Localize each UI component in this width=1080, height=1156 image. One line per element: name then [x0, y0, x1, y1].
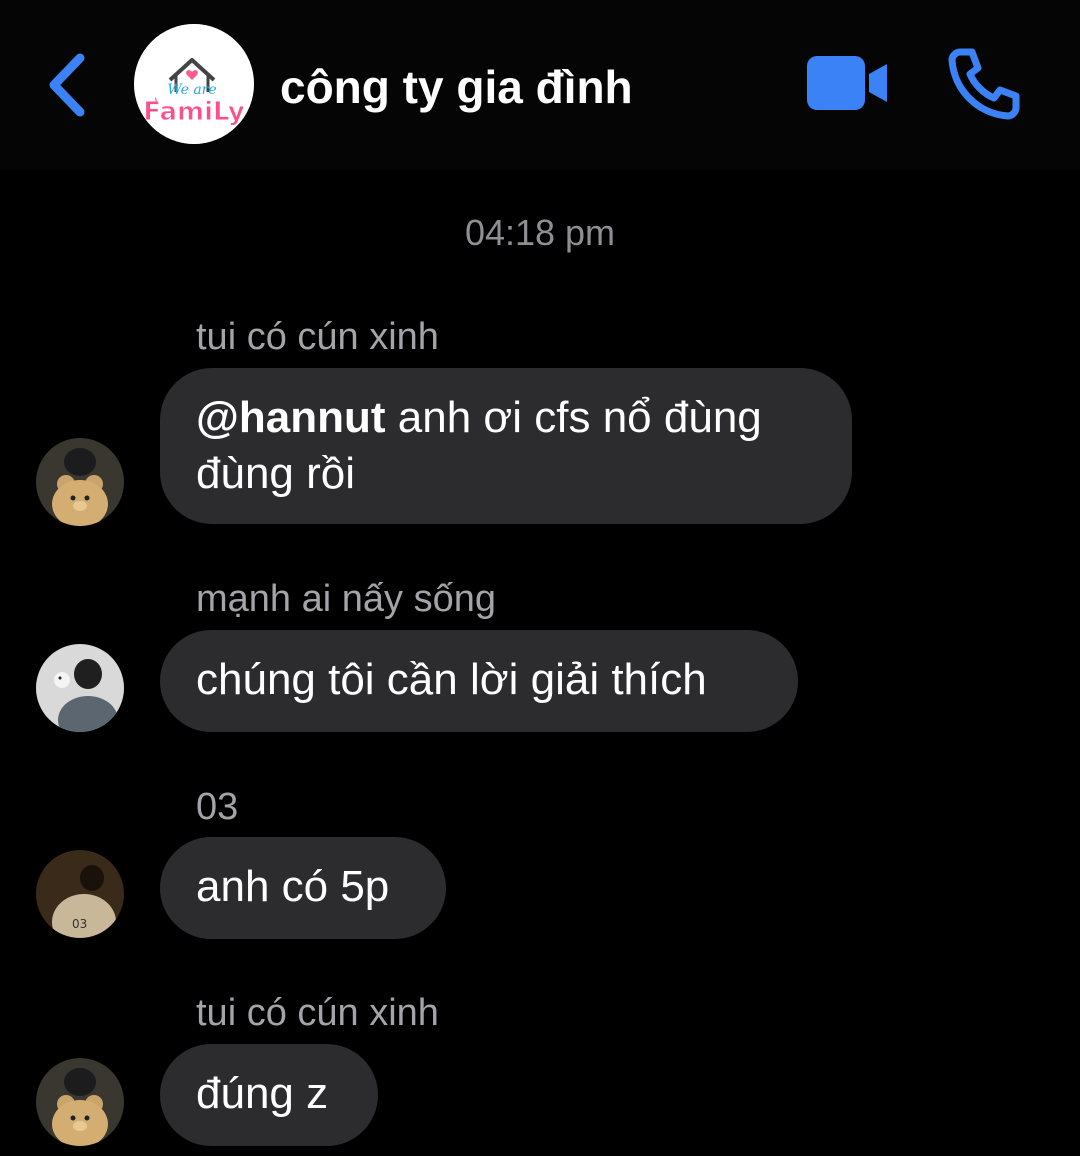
user-photo-person — [36, 644, 124, 732]
avatar[interactable]: 03 — [36, 850, 124, 938]
svg-text:♪: ♪ — [152, 93, 158, 107]
video-call-button[interactable] — [805, 54, 891, 114]
sender-name: tui có cún xinh — [196, 316, 439, 358]
user-photo-teddy-bear — [36, 1058, 124, 1146]
message-bubble[interactable]: anh có 5p — [160, 837, 446, 939]
video-camera-icon — [807, 56, 887, 110]
message-text: đúng z — [196, 1069, 329, 1118]
message-bubble[interactable]: chúng tôi cần lời giải thích — [160, 630, 798, 732]
phone-icon — [948, 48, 1020, 120]
chevron-left-icon — [49, 53, 85, 117]
avatar[interactable] — [36, 1058, 124, 1146]
group-avatar[interactable]: We are FamiLy ♪ — [134, 24, 254, 144]
user-photo-teddy-bear — [36, 438, 124, 526]
sender-name: mạnh ai nấy sống — [196, 578, 496, 620]
voice-call-button[interactable] — [946, 46, 1022, 122]
message-bubble[interactable]: đúng z — [160, 1044, 378, 1146]
svg-text:We are: We are — [167, 82, 216, 98]
message-timestamp: 04:18 pm — [464, 212, 616, 253]
avatar[interactable] — [36, 644, 124, 732]
user-photo-person-back: 03 — [36, 850, 124, 938]
message-text: chúng tôi cần lời giải thích — [196, 655, 707, 704]
sender-name: 03 — [196, 786, 239, 828]
chat-title[interactable]: công ty gia đình — [280, 60, 633, 114]
back-button[interactable] — [40, 48, 96, 120]
svg-text:FamiLy: FamiLy — [143, 97, 245, 127]
svg-text:03: 03 — [72, 917, 87, 931]
avatar[interactable] — [36, 438, 124, 526]
mention-link[interactable]: @hannut — [196, 393, 386, 442]
family-logo: We are FamiLy ♪ — [134, 24, 254, 144]
message-bubble[interactable]: @hannut anh ơi cfs nổ đùng đùng rồi — [160, 368, 852, 524]
message-text: anh có 5p — [196, 862, 390, 911]
sender-name: tui có cún xinh — [196, 992, 439, 1034]
chat-header: We are FamiLy ♪ công ty gia đình — [0, 0, 1080, 170]
